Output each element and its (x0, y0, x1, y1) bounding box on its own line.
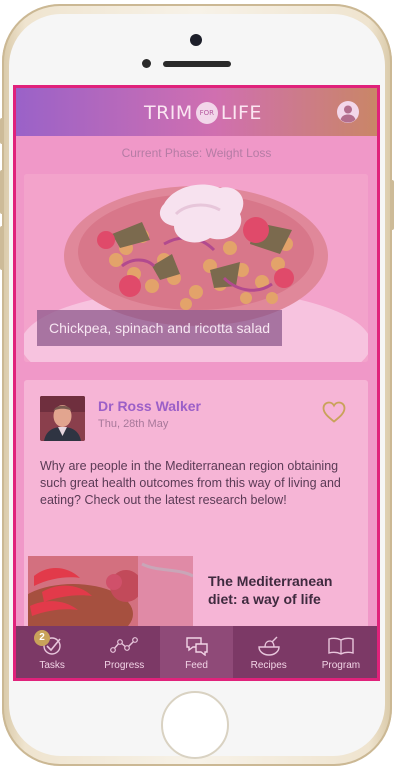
program-icon (328, 637, 354, 655)
recipe-card[interactable]: Chickpea, spinach and ricotta salad (24, 174, 368, 362)
bottom-tab-bar: 2 Tasks Progress Feed Recipes Program (16, 626, 377, 678)
recipes-icon (258, 636, 280, 656)
tab-tasks[interactable]: 2 Tasks (16, 626, 88, 678)
profile-icon[interactable] (336, 100, 360, 124)
feed-icon (185, 637, 208, 656)
tab-label: Feed (185, 660, 208, 671)
tab-label: Program (321, 660, 361, 671)
home-button[interactable] (161, 691, 229, 759)
proximity-sensor (142, 59, 151, 68)
tab-recipes[interactable]: Recipes (233, 626, 305, 678)
heart-icon[interactable] (321, 400, 347, 424)
front-camera (190, 34, 202, 46)
volume-down-button (0, 226, 4, 270)
tab-label: Recipes (250, 660, 287, 671)
tab-feed[interactable]: Feed (160, 626, 233, 678)
earpiece-speaker (163, 61, 231, 67)
logo-badge: FOR (195, 102, 218, 124)
tab-progress[interactable]: Progress (88, 626, 160, 678)
app-header: TRIM FOR LIFE (16, 88, 377, 136)
logo-word-left: TRIM (144, 102, 193, 124)
chili-basket-photo (28, 556, 193, 630)
progress-icon (110, 637, 139, 653)
tab-label: Tasks (39, 660, 65, 671)
mute-switch (0, 118, 4, 144)
post-date: Thu, 28th May (98, 418, 169, 430)
tasks-badge: 2 (34, 630, 50, 646)
tab-label: Progress (104, 660, 145, 671)
current-phase-label: Current Phase: Weight Loss (121, 146, 272, 160)
article-thumbnail[interactable] (28, 556, 193, 630)
logo-word-right: LIFE (220, 102, 262, 124)
author-avatar[interactable] (40, 396, 85, 441)
article-title[interactable]: The Mediterranean diet: a way of life (208, 572, 348, 608)
author-photo (40, 396, 85, 441)
post-body-text: Why are people in the Mediterranean regi… (40, 459, 341, 507)
author-name[interactable]: Dr Ross Walker (98, 398, 201, 414)
recipe-title: Chickpea, spinach and ricotta salad (37, 310, 283, 346)
tab-program[interactable]: Program (305, 626, 377, 678)
trim-for-life-logo: TRIM FOR LIFE (144, 100, 262, 126)
feed-post-card: Dr Ross Walker Thu, 28th May Why are peo… (24, 380, 368, 630)
power-button (390, 180, 394, 230)
app-screen: TRIM FOR LIFE Current Phase: Weight Loss (13, 85, 380, 681)
volume-up-button (0, 170, 4, 214)
